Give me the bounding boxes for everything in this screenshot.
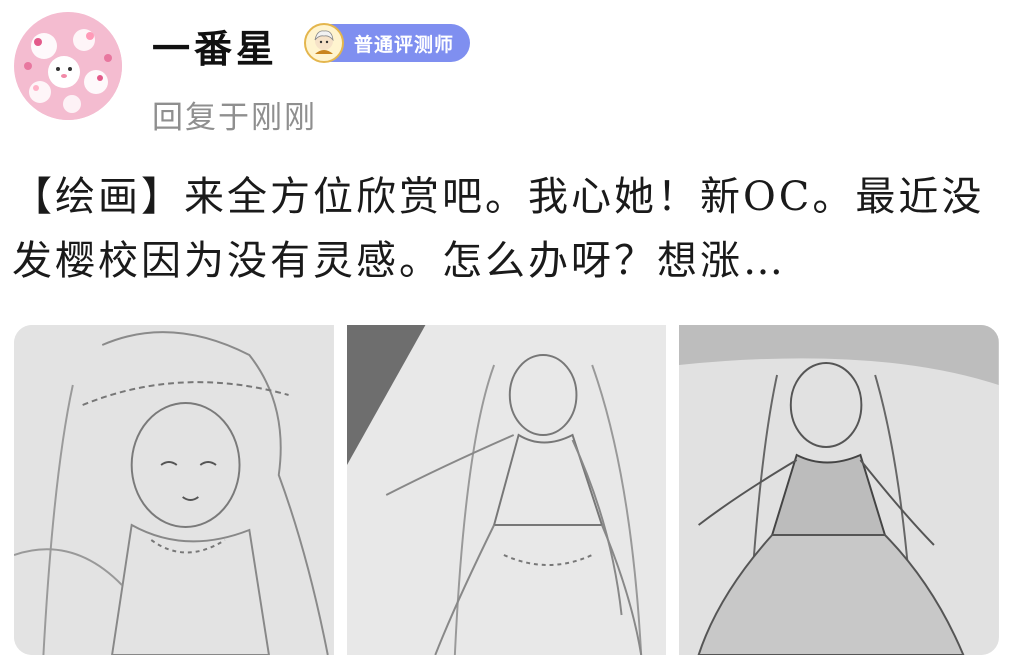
- reply-timestamp: 回复于刚刚: [152, 100, 317, 136]
- user-avatar[interactable]: [14, 12, 122, 120]
- badge-label: 普通评测师: [354, 33, 455, 56]
- reviewer-badge[interactable]: 普通评测师: [304, 23, 471, 63]
- gallery-image-3[interactable]: [679, 325, 1000, 655]
- username[interactable]: 一番星: [152, 18, 278, 73]
- gallery-image-1[interactable]: [14, 325, 334, 655]
- reviewer-badge-icon: [304, 23, 344, 63]
- post-content[interactable]: 【绘画】来全方位欣赏吧。我心她！新OC。最近没发樱校因为没有灵感。怎么办呀？想涨…: [12, 165, 997, 293]
- image-gallery: [14, 325, 1000, 655]
- gallery-image-2[interactable]: [346, 325, 667, 655]
